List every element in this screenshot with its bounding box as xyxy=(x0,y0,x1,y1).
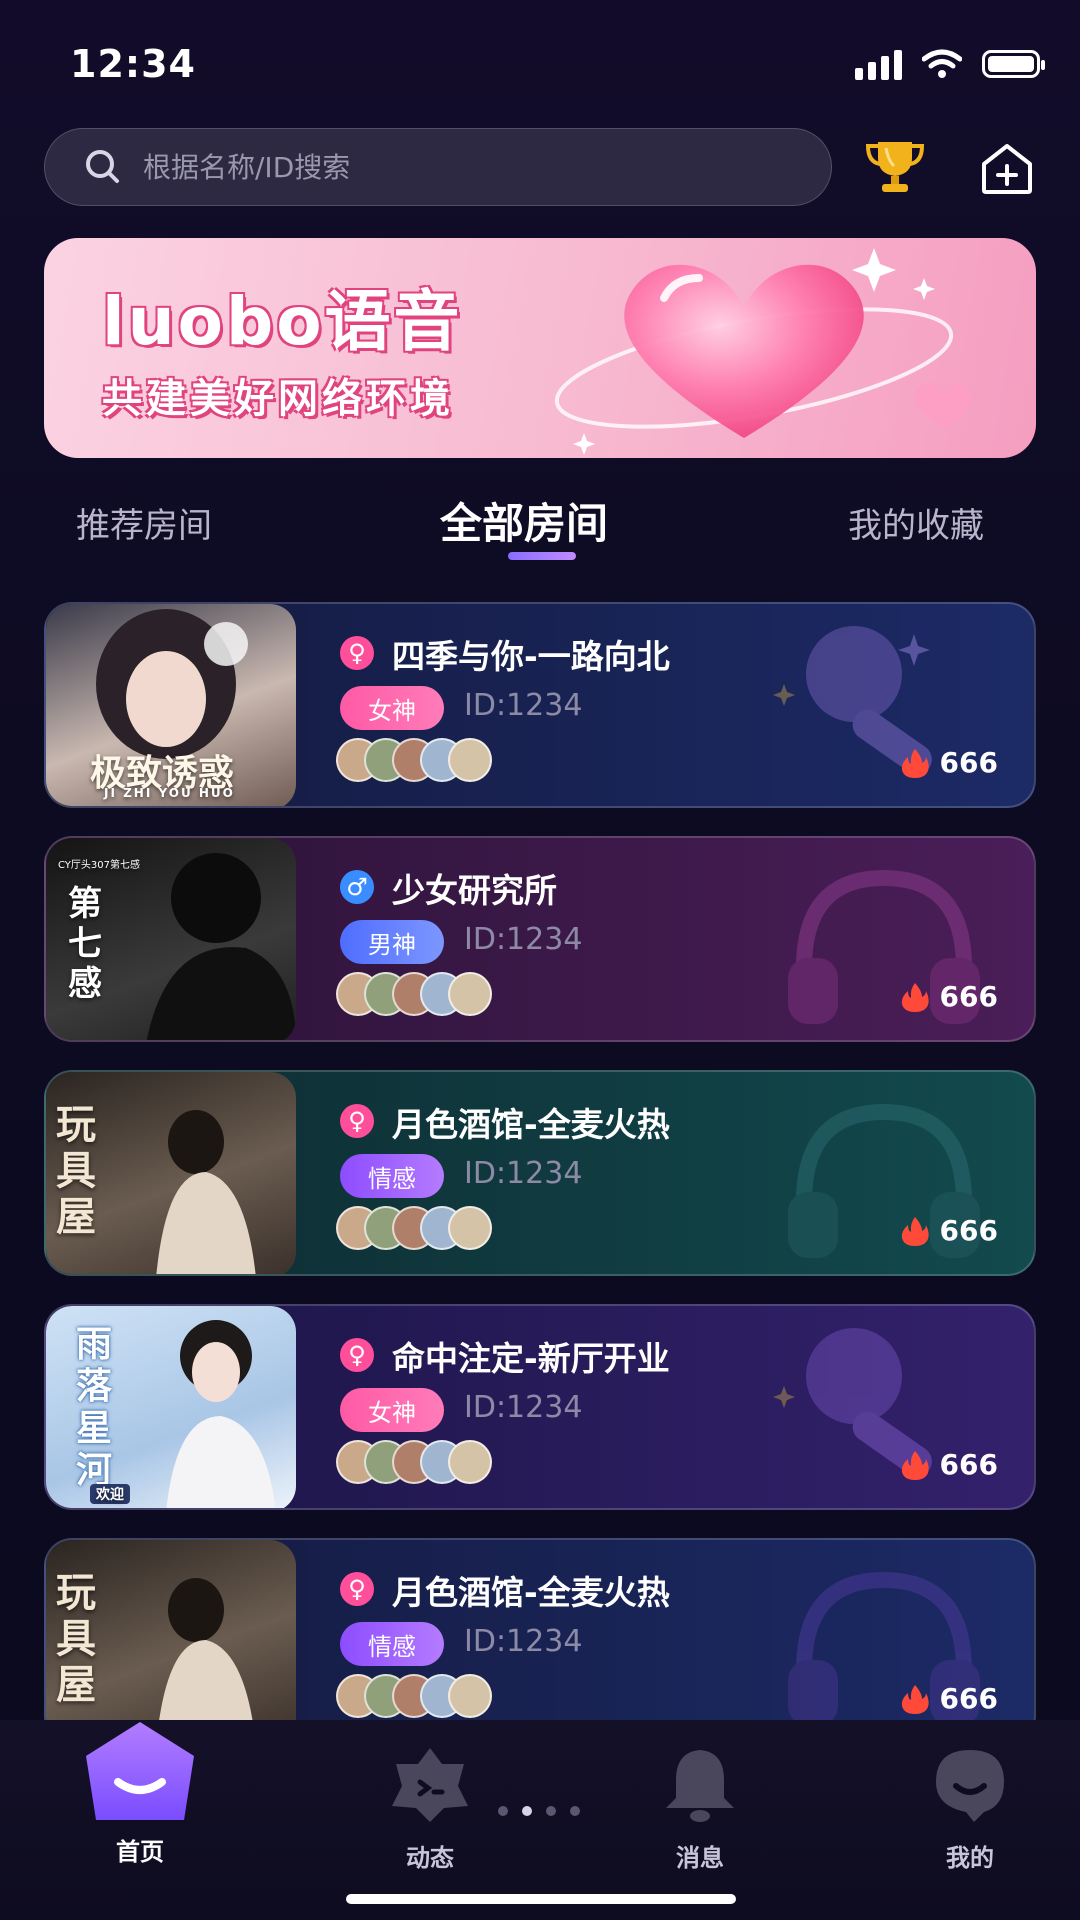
page-dots xyxy=(498,1806,580,1816)
home-indicator[interactable] xyxy=(346,1894,736,1904)
nav-moments[interactable]: 动态 xyxy=(350,1720,510,1880)
room-id: ID:1234 xyxy=(464,1624,583,1659)
status-icons xyxy=(855,48,1045,80)
trophy-icon[interactable] xyxy=(860,136,930,196)
female-icon: ♀ xyxy=(340,1338,374,1372)
room-cover-title: 雨落星河 xyxy=(76,1324,113,1491)
status-bar: 12:34 xyxy=(0,0,1080,120)
profile-icon xyxy=(936,1750,1004,1822)
room-cover-image: 玩具屋 xyxy=(46,1540,296,1742)
nav-label: 首页 xyxy=(116,1838,164,1866)
room-cover-image: 极致诱惑 JI ZHI YOU HUO xyxy=(46,604,296,806)
room-cover-title: 第七感 xyxy=(68,884,102,1004)
room-heat: 666 xyxy=(900,1448,998,1481)
nav-label: 消息 xyxy=(676,1844,724,1872)
room-cover-subtitle: JI ZHI YOU HUO xyxy=(104,786,235,800)
fire-icon xyxy=(901,1216,929,1246)
tab-favorites[interactable]: 我的收藏 xyxy=(848,498,984,547)
fire-icon xyxy=(901,982,929,1012)
heat-value: 666 xyxy=(939,1214,998,1247)
page-dot-active xyxy=(522,1806,532,1816)
room-tag: 情感 xyxy=(340,1154,444,1198)
tab-indicator xyxy=(508,552,576,560)
add-room-icon[interactable] xyxy=(978,140,1036,196)
fire-icon xyxy=(901,1684,929,1714)
nav-home[interactable]: 首页 xyxy=(60,1720,220,1880)
room-id: ID:1234 xyxy=(464,1156,583,1191)
banner-title: luobo语音 xyxy=(102,283,463,360)
search-icon xyxy=(86,150,119,183)
female-icon: ♀ xyxy=(340,1572,374,1606)
room-heat: 666 xyxy=(900,1214,998,1247)
heat-value: 666 xyxy=(939,1448,998,1481)
search-row xyxy=(44,128,1036,208)
tab-all-rooms[interactable]: 全部房间 xyxy=(440,490,608,551)
room-tag: 女神 xyxy=(340,1388,444,1432)
room-cover-title: 玩具屋 xyxy=(56,1102,96,1240)
room-cover-subtitle: CY厅头307第七感 xyxy=(58,860,141,871)
fire-icon xyxy=(901,1450,929,1480)
male-icon: ♂ xyxy=(340,870,374,904)
room-heat: 666 xyxy=(900,1682,998,1715)
banner-subtitle: 共建美好网络环境 xyxy=(102,376,454,422)
room-card[interactable]: 极致诱惑 JI ZHI YOU HUO ♀ 四季与你-一路向北 女神 ID:12… xyxy=(44,602,1036,808)
nav-label: 动态 xyxy=(406,1844,454,1872)
heat-value: 666 xyxy=(939,1682,998,1715)
room-tabs: 推荐房间 全部房间 我的收藏 xyxy=(0,490,1080,570)
avatar xyxy=(448,1440,492,1484)
room-name: 命中注定-新厅开业 xyxy=(392,1339,670,1378)
room-card[interactable]: 第七感 CY厅头307第七感 ♂ 少女研究所 男神 ID:1234 666 xyxy=(44,836,1036,1042)
bell-icon xyxy=(666,1750,734,1822)
promo-banner[interactable]: luobo语音 共建美好网络环境 xyxy=(44,238,1036,458)
female-icon: ♀ xyxy=(340,1104,374,1138)
room-heat: 666 xyxy=(900,980,998,1013)
avatar xyxy=(448,1674,492,1718)
tab-recommended[interactable]: 推荐房间 xyxy=(76,498,212,547)
room-cover-image: 雨落星河 欢迎 xyxy=(46,1306,296,1508)
room-cover-title: 玩具屋 xyxy=(56,1570,96,1708)
bottom-nav: 首页 动态 消息 我的 xyxy=(0,1720,1080,1920)
heat-value: 666 xyxy=(939,746,998,779)
room-tag: 男神 xyxy=(340,920,444,964)
moments-icon xyxy=(392,1748,468,1822)
avatar xyxy=(448,1206,492,1250)
room-cover-image: 玩具屋 xyxy=(46,1072,296,1274)
room-heat: 666 xyxy=(900,746,998,779)
fire-icon xyxy=(901,748,929,778)
page-dot xyxy=(546,1806,556,1816)
heart-illustration xyxy=(554,248,973,455)
female-icon: ♀ xyxy=(340,636,374,670)
status-time: 12:34 xyxy=(70,42,196,86)
heat-value: 666 xyxy=(939,980,998,1013)
nav-label: 我的 xyxy=(946,1844,994,1872)
room-card[interactable]: 玩具屋 ♀ 月色酒馆-全麦火热 情感 ID:1234 666 xyxy=(44,1070,1036,1276)
nav-messages[interactable]: 消息 xyxy=(620,1720,780,1880)
room-id: ID:1234 xyxy=(464,688,583,723)
page-dot xyxy=(498,1806,508,1816)
room-name: 四季与你-一路向北 xyxy=(392,637,670,676)
room-name: 月色酒馆-全麦火热 xyxy=(392,1573,670,1612)
wifi-icon xyxy=(922,49,962,78)
search-input[interactable] xyxy=(141,149,765,185)
room-id: ID:1234 xyxy=(464,922,583,957)
room-id: ID:1234 xyxy=(464,1390,583,1425)
search-bar[interactable] xyxy=(44,128,832,206)
page-dot xyxy=(570,1806,580,1816)
room-name: 月色酒馆-全麦火热 xyxy=(392,1105,670,1144)
nav-profile[interactable]: 我的 xyxy=(890,1720,1050,1880)
room-cover-subtitle: 欢迎 xyxy=(90,1484,130,1504)
room-tag: 情感 xyxy=(340,1622,444,1666)
battery-icon xyxy=(982,50,1045,78)
room-card[interactable]: 玩具屋 ♀ 月色酒馆-全麦火热 情感 ID:1234 666 xyxy=(44,1538,1036,1744)
cellular-signal-icon xyxy=(855,48,902,80)
room-name: 少女研究所 xyxy=(392,871,557,910)
room-cover-image: 第七感 CY厅头307第七感 xyxy=(46,838,296,1040)
avatar xyxy=(448,972,492,1016)
room-tag: 女神 xyxy=(340,686,444,730)
room-card[interactable]: 雨落星河 欢迎 ♀ 命中注定-新厅开业 女神 ID:1234 666 xyxy=(44,1304,1036,1510)
home-icon xyxy=(86,1722,194,1820)
avatar xyxy=(448,738,492,782)
